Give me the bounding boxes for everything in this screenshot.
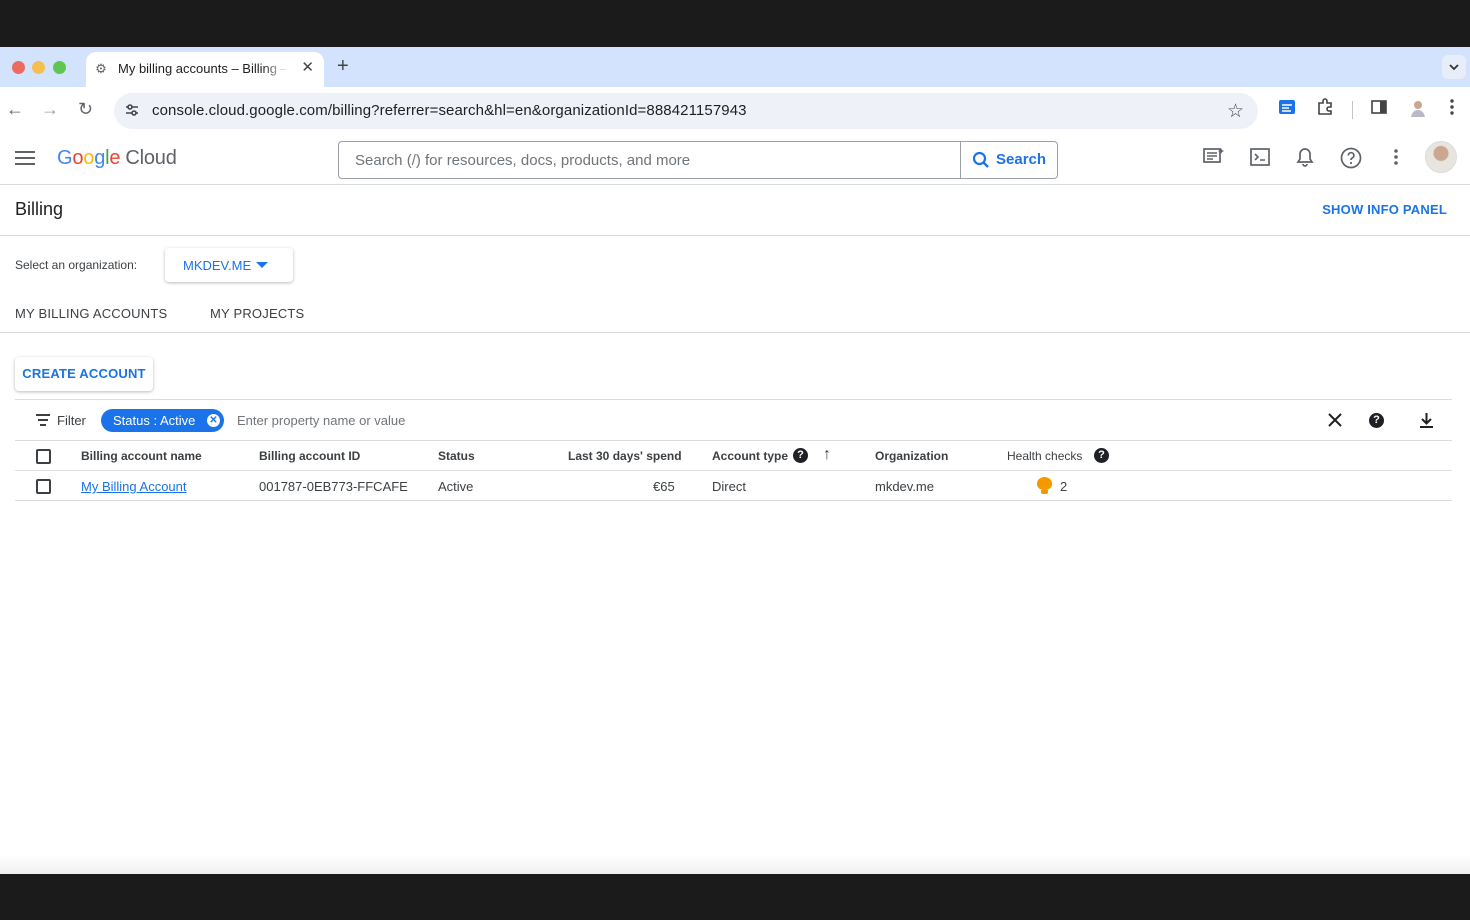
tab-search-chevron-icon[interactable] — [1442, 55, 1466, 79]
column-header-spend[interactable]: Last 30 days' spend — [568, 449, 682, 463]
console-search-box[interactable]: Search (/) for resources, docs, products… — [338, 141, 1058, 179]
cloud-shell-icon[interactable] — [1250, 147, 1270, 173]
health-check-count[interactable]: 2 — [1060, 479, 1067, 494]
browser-tab-active[interactable]: ⚙ My billing accounts – Billing – Google… — [86, 52, 324, 87]
side-panel-icon[interactable] — [1370, 98, 1388, 121]
url-text: console.cloud.google.com/billing?referre… — [152, 102, 747, 119]
search-button[interactable]: Search — [960, 142, 1057, 178]
gear-icon: ⚙ — [95, 61, 107, 76]
forward-icon[interactable]: → — [41, 99, 59, 119]
extension-tab-icon[interactable] — [1278, 98, 1296, 121]
site-settings-icon[interactable] — [124, 102, 140, 121]
browser-window: ⚙ My billing accounts – Billing – Google… — [0, 47, 1470, 874]
column-header-id[interactable]: Billing account ID — [259, 449, 360, 463]
organization-label: Select an organization: — [15, 258, 138, 272]
bookmark-star-icon[interactable]: ☆ — [1227, 100, 1244, 123]
screen-top-bezel — [0, 0, 1470, 47]
address-bar[interactable]: console.cloud.google.com/billing?referre… — [114, 93, 1258, 129]
profile-avatar-icon[interactable] — [1408, 98, 1428, 123]
tab-my-projects[interactable]: MY PROJECTS — [210, 306, 304, 321]
organization-select[interactable]: MKDEV.ME — [165, 248, 293, 282]
billing-tabs: MY BILLING ACCOUNTS MY PROJECTS — [0, 300, 1470, 333]
screen-bottom-bezel — [0, 874, 1470, 920]
gemini-chat-icon[interactable] — [1203, 147, 1225, 173]
select-all-checkbox[interactable] — [36, 449, 51, 464]
filter-label[interactable]: Filter — [57, 413, 86, 428]
clear-filter-icon[interactable] — [1327, 410, 1343, 433]
back-icon[interactable]: ← — [6, 99, 24, 119]
maximize-window-button[interactable] — [53, 61, 66, 74]
column-header-name[interactable]: Billing account name — [81, 449, 202, 463]
tab-my-billing-accounts[interactable]: MY BILLING ACCOUNTS — [15, 306, 167, 321]
browser-menu-icon[interactable] — [1449, 98, 1455, 121]
tab-title: My billing accounts – Billing – Google C… — [118, 61, 288, 76]
billing-accounts-table: Billing account name Billing account ID … — [15, 441, 1452, 501]
account-type-help-icon[interactable]: ? — [793, 448, 808, 463]
account-type: Direct — [712, 479, 746, 494]
status-filter-chip[interactable]: Status : Active ✕ — [101, 409, 224, 432]
billing-account-id: 001787-0EB773-FFCAFE — [259, 479, 408, 494]
column-header-status[interactable]: Status — [438, 449, 475, 463]
account-spend: €65 — [653, 479, 675, 494]
sort-ascending-icon[interactable]: ↑ — [823, 446, 831, 464]
download-icon[interactable] — [1419, 410, 1434, 434]
dropdown-caret-icon — [256, 262, 268, 268]
navigation-menu-icon[interactable] — [15, 151, 35, 165]
column-header-organization[interactable]: Organization — [875, 449, 948, 463]
filter-bar: Filter Status : Active ✕ Enter property … — [15, 399, 1452, 441]
search-icon — [972, 142, 990, 182]
row-checkbox[interactable] — [36, 479, 51, 494]
table-row[interactable]: My Billing Account 001787-0EB773-FFCAFE … — [15, 471, 1452, 501]
search-input[interactable]: Search (/) for resources, docs, products… — [355, 152, 690, 169]
help-icon[interactable] — [1340, 147, 1362, 175]
account-status: Active — [438, 479, 474, 494]
extensions-puzzle-icon[interactable] — [1316, 98, 1334, 121]
more-options-icon[interactable] — [1393, 147, 1399, 173]
console-header: Google Cloud Search (/) for resources, do… — [0, 133, 1470, 185]
health-checks-help-icon[interactable]: ? — [1094, 448, 1109, 463]
filter-input[interactable]: Enter property name or value — [237, 413, 405, 428]
toolbar-divider — [1352, 101, 1353, 119]
minimize-window-button[interactable] — [32, 61, 45, 74]
organization-value: MKDEV.ME — [183, 258, 252, 273]
notifications-bell-icon[interactable] — [1296, 147, 1314, 173]
close-window-button[interactable] — [12, 61, 25, 74]
reload-icon[interactable]: ↻ — [78, 99, 93, 119]
new-tab-button[interactable]: + — [337, 55, 349, 77]
show-info-panel-button[interactable]: SHOW INFO PANEL — [1322, 202, 1447, 217]
tab-strip: ⚙ My billing accounts – Billing – Google… — [0, 47, 1470, 87]
google-cloud-logo[interactable]: Google Cloud — [57, 147, 177, 170]
page-title-bar: Billing SHOW INFO PANEL — [0, 185, 1470, 236]
billing-account-link[interactable]: My Billing Account — [81, 479, 187, 494]
page-title: Billing — [15, 199, 64, 219]
filter-help-icon[interactable]: ? — [1369, 413, 1384, 428]
column-header-health[interactable]: Health checks — [1007, 449, 1082, 463]
filter-icon[interactable] — [35, 414, 50, 429]
remove-chip-icon[interactable]: ✕ — [207, 414, 220, 427]
column-header-account-type[interactable]: Account type — [712, 449, 788, 463]
table-header-row: Billing account name Billing account ID … — [15, 441, 1452, 471]
account-avatar[interactable] — [1425, 141, 1457, 173]
account-organization: mkdev.me — [875, 479, 934, 494]
page-bottom-shadow — [0, 854, 1470, 874]
close-tab-icon[interactable]: ✕ — [301, 60, 314, 76]
lightbulb-icon[interactable] — [1037, 477, 1052, 495]
create-account-button[interactable]: CREATE ACCOUNT — [15, 357, 153, 391]
browser-toolbar: ← → ↻ console.cloud.google.com/billing?r… — [0, 87, 1470, 133]
